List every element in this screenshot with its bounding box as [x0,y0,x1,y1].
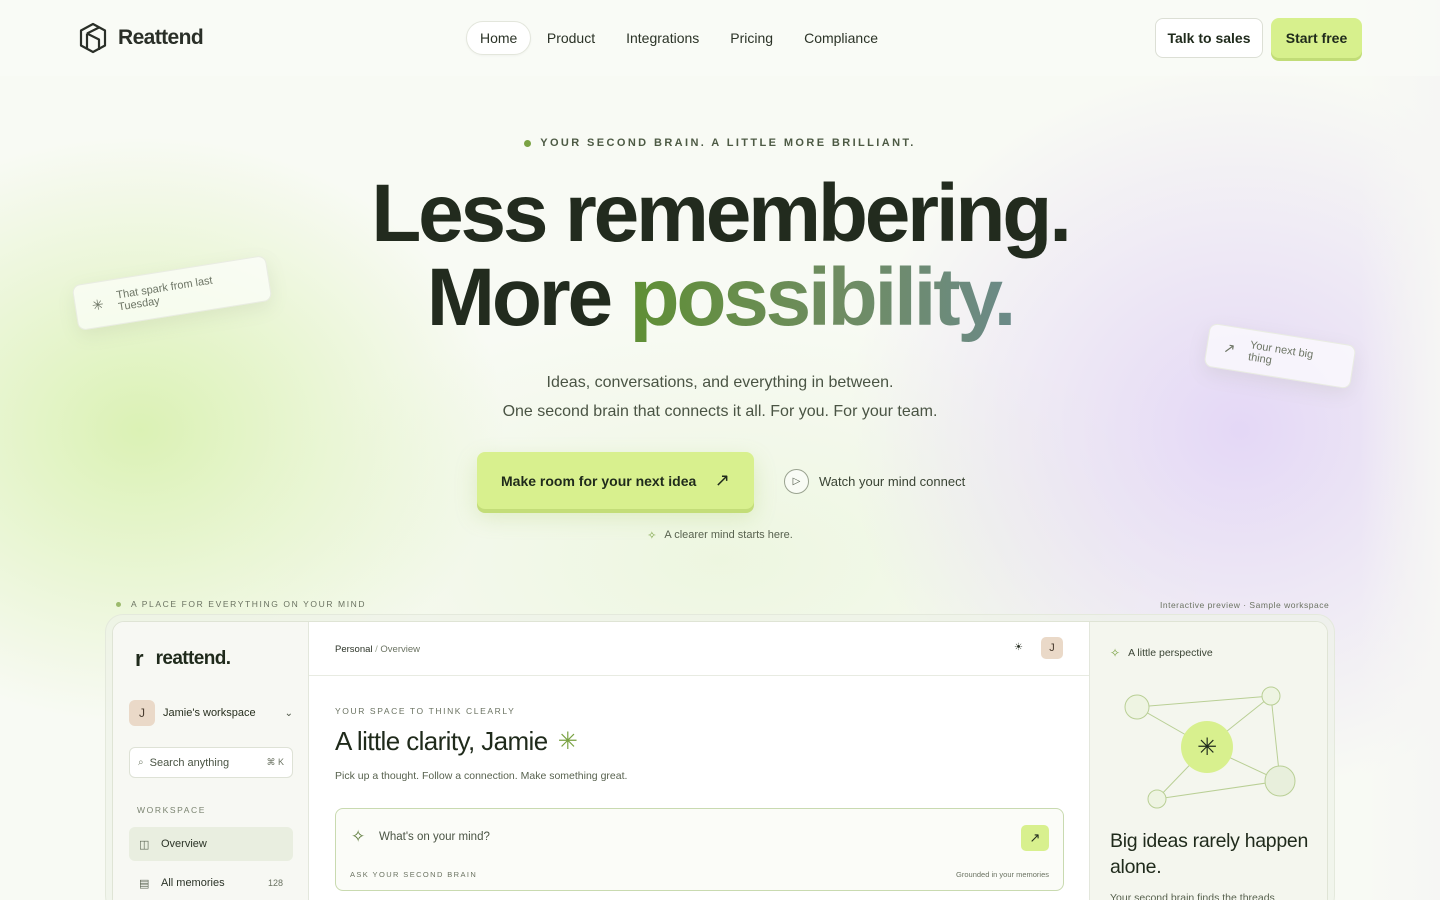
arrow-up-right-icon: ↗ [1222,338,1237,357]
nav-compliance[interactable]: Compliance [789,21,894,55]
panel-title: Big ideas rarely happen alone. [1110,830,1308,878]
preview-note: Interactive preview · Sample workspace [1160,600,1330,610]
layout-icon: ◫ [139,838,150,851]
chevron-down-icon: ⌄ [284,707,293,719]
hero-headline: Less remembering. More possibility. [0,172,1440,340]
cube-logo-icon [79,22,107,54]
user-avatar[interactable]: J [1041,637,1063,659]
workspace-name: Jamie's workspace [163,707,256,719]
sidebar-section-title: WORKSPACE [137,805,207,815]
watch-video-link[interactable]: ▷ Watch your mind connect [784,469,965,494]
breadcrumb: Personal / Overview [335,644,420,655]
section-label-text: A PLACE FOR EVERYTHING ON YOUR MIND [131,599,367,609]
panel-subtitle: Your second brain finds the threads [1110,892,1275,900]
breadcrumb-root[interactable]: Personal [335,644,373,655]
asterisk-icon: ✳ [1197,733,1217,761]
app-sidebar: r reattend. J Jamie's workspace ⌄ ⌕ Sear… [113,622,309,900]
watch-label: Watch your mind connect [819,474,966,489]
search-placeholder: Search anything [149,756,230,769]
panel-header: ✧ A little perspective [1110,646,1213,660]
nav-product[interactable]: Product [531,21,610,55]
sidebar-item-all-memories[interactable]: ▤ All memories 128 [129,866,293,900]
brand-logo[interactable]: Reattend [78,22,204,54]
sidebar-item-label: Overview [161,838,207,850]
app-main: Personal / Overview ☀ J YOUR SPACE TO TH… [309,622,1090,900]
keyboard-shortcut: ⌘ K [266,757,284,767]
graph-node [1124,694,1150,720]
arrow-up-right-icon: ↗ [714,470,730,490]
asterisk-icon: ✳ [90,295,105,314]
app-preview: r reattend. J Jamie's workspace ⌄ ⌕ Sear… [112,621,1328,900]
sidebar-item-count: 128 [267,878,283,888]
sparkle-icon: ✧ [1110,646,1121,660]
eyebrow-dot [524,139,532,147]
cta-label: Make room for your next idea [501,472,697,489]
caption-text: A clearer mind starts here. [664,529,793,541]
app-logo-mark: r [135,646,144,671]
subtitle-line-2: One second brain that connects it all. F… [502,403,938,420]
sidebar-item-overview[interactable]: ◫ Overview [129,827,293,861]
main-title: A little clarity, Jamie ✳ [335,726,578,757]
headline-line-1: Less remembering. [371,168,1072,259]
brand-name: Reattend [118,26,204,49]
asterisk-icon: ✳ [557,728,578,755]
app-logo[interactable]: r reattend. [135,646,231,671]
sparkle-icon: ✧ [647,530,657,542]
workspace-switcher[interactable]: J Jamie's workspace ⌄ [129,700,293,726]
list-icon: ▤ [139,877,150,890]
ask-label: ASK YOUR SECOND BRAIN [350,870,478,879]
nav-pricing[interactable]: Pricing [715,21,789,55]
primary-cta-button[interactable]: Make room for your next idea ↗ [477,452,754,509]
main-eyebrow: YOUR SPACE TO THINK CLEARLY [335,706,516,716]
headline-plain: More [426,252,630,343]
play-icon: ▷ [784,469,809,494]
ask-submit-button[interactable]: ↗ [1021,825,1049,851]
hero-subtitle: Ideas, conversations, and everything in … [0,368,1440,426]
main-subtitle: Pick up a thought. Follow a connection. … [335,770,628,782]
graph-node [1264,765,1296,797]
breadcrumb-current: Overview [380,644,421,655]
cta-caption: ✧ A clearer mind starts here. [0,529,1440,542]
section-label: A PLACE FOR EVERYTHING ON YOUR MIND [116,599,366,609]
headline-accent: possibility. [629,252,1016,343]
top-nav: Reattend Home Product Integrations Prici… [0,0,1440,76]
workspace-avatar: J [129,700,155,726]
hero-eyebrow: YOUR SECOND BRAIN. A LITTLE MORE BRILLIA… [0,137,1440,149]
search-input[interactable]: ⌕ Search anything ⌘ K [129,747,293,778]
ask-placeholder: What's on your mind? [379,831,490,843]
sparkle-icon: ✧ [351,827,366,846]
floating-card-text: Your next big thing [1247,339,1315,367]
subtitle-line-1: Ideas, conversations, and everything in … [546,374,894,391]
theme-toggle-icon[interactable]: ☀ [1014,642,1023,653]
app-logo-text: reattend. [155,648,231,669]
section-dot [116,601,121,607]
main-title-text: A little clarity, Jamie [335,726,548,756]
connection-graph: ✳ [1124,686,1296,809]
search-icon: ⌕ [138,757,144,768]
perspective-panel: ✧ A little perspective ✳ Big ideas rarel… [1090,622,1327,900]
start-free-button[interactable]: Start free [1271,18,1362,58]
ask-input-box[interactable]: ✧ What's on your mind? ↗ ASK YOUR SECOND… [335,808,1064,891]
graph-node [1147,789,1167,809]
panel-header-text: A little perspective [1128,647,1213,659]
graph-node [1261,686,1281,706]
nav-integrations[interactable]: Integrations [611,21,715,55]
sidebar-item-label: All memories [161,877,225,889]
talk-to-sales-button[interactable]: Talk to sales [1155,18,1263,58]
app-topbar: Personal / Overview ☀ J [309,622,1089,676]
main-menu: Home Product Integrations Pricing Compli… [466,21,894,55]
ask-grounded-note: Grounded in your memories [956,870,1049,879]
nav-home[interactable]: Home [466,21,532,55]
eyebrow-text: YOUR SECOND BRAIN. A LITTLE MORE BRILLIA… [540,137,916,149]
